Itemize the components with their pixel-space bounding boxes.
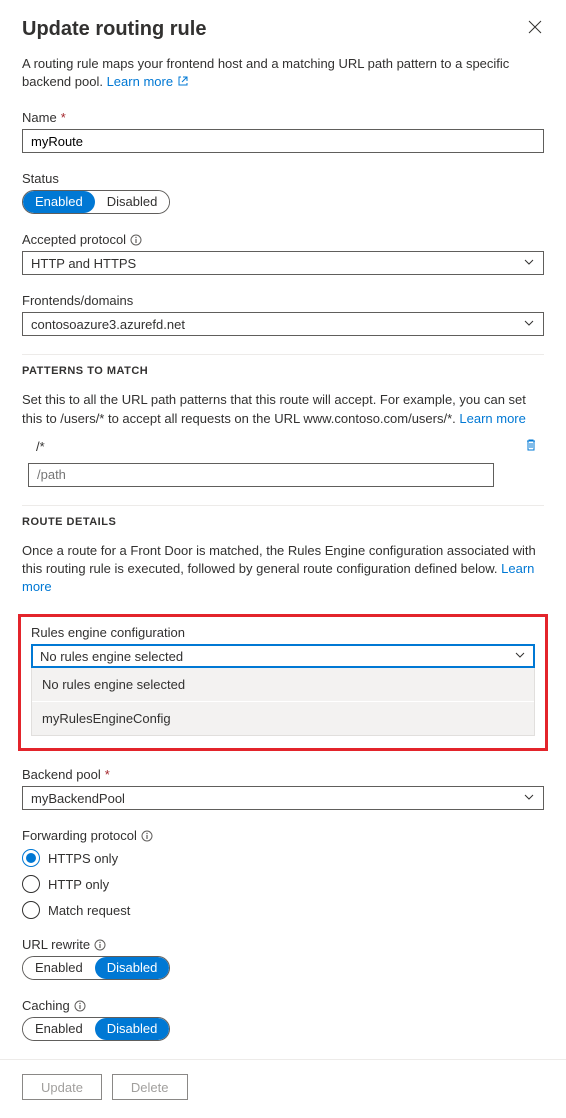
frontends-label: Frontends/domains xyxy=(22,293,544,308)
rules-engine-select[interactable]: No rules engine selected xyxy=(31,644,535,668)
required-indicator: * xyxy=(61,110,66,125)
forwarding-http-only-radio[interactable]: HTTP only xyxy=(22,875,544,893)
radio-icon xyxy=(22,901,40,919)
forwarding-https-only-radio[interactable]: HTTPS only xyxy=(22,849,544,867)
update-button[interactable]: Update xyxy=(22,1074,102,1100)
accepted-protocol-select[interactable]: HTTP and HTTPS xyxy=(22,251,544,275)
rules-engine-label: Rules engine configuration xyxy=(31,625,535,640)
intro-text: A routing rule maps your frontend host a… xyxy=(22,55,544,92)
url-rewrite-toggle[interactable]: Enabled Disabled xyxy=(22,956,170,980)
info-icon[interactable] xyxy=(74,1000,86,1012)
info-icon[interactable] xyxy=(141,830,153,842)
patterns-desc: Set this to all the URL path patterns th… xyxy=(22,391,544,427)
required-indicator: * xyxy=(105,767,110,782)
external-link-icon xyxy=(177,74,189,92)
chevron-down-icon xyxy=(523,317,535,332)
status-enabled-option[interactable]: Enabled xyxy=(23,191,95,213)
route-details-section-title: ROUTE DETAILS xyxy=(22,505,544,528)
radio-icon xyxy=(22,875,40,893)
status-disabled-option[interactable]: Disabled xyxy=(95,191,170,213)
url-rewrite-disabled-option[interactable]: Disabled xyxy=(95,957,170,979)
pattern-item-text: /* xyxy=(36,439,45,454)
forwarding-protocol-label: Forwarding protocol xyxy=(22,828,544,843)
chevron-down-icon xyxy=(514,649,526,664)
radio-icon xyxy=(22,849,40,867)
panel-title: Update routing rule xyxy=(22,18,206,41)
rules-engine-highlight: Rules engine configuration No rules engi… xyxy=(18,614,548,751)
trash-icon[interactable] xyxy=(524,438,544,455)
rules-engine-option[interactable]: No rules engine selected xyxy=(32,668,534,701)
frontends-select[interactable]: contosoazure3.azurefd.net xyxy=(22,312,544,336)
pattern-path-input[interactable] xyxy=(28,463,494,487)
url-rewrite-label: URL rewrite xyxy=(22,937,544,952)
info-icon[interactable] xyxy=(130,234,142,246)
route-details-desc: Once a route for a Front Door is matched… xyxy=(22,542,544,597)
status-label: Status xyxy=(22,171,544,186)
backend-pool-select[interactable]: myBackendPool xyxy=(22,786,544,810)
forwarding-match-request-radio[interactable]: Match request xyxy=(22,901,544,919)
accepted-protocol-label: Accepted protocol xyxy=(22,232,544,247)
name-label: Name* xyxy=(22,110,544,125)
chevron-down-icon xyxy=(523,256,535,271)
rules-engine-option[interactable]: myRulesEngineConfig xyxy=(32,701,534,735)
name-input[interactable] xyxy=(22,129,544,153)
patterns-learn-more-link[interactable]: Learn more xyxy=(459,411,525,426)
caching-enabled-option[interactable]: Enabled xyxy=(23,1018,95,1040)
delete-button[interactable]: Delete xyxy=(112,1074,188,1100)
status-toggle[interactable]: Enabled Disabled xyxy=(22,190,170,214)
chevron-down-icon xyxy=(523,791,535,806)
patterns-section-title: PATTERNS TO MATCH xyxy=(22,354,544,377)
caching-disabled-option[interactable]: Disabled xyxy=(95,1018,170,1040)
close-icon[interactable] xyxy=(526,18,544,39)
info-icon[interactable] xyxy=(94,939,106,951)
pattern-item-row: /* xyxy=(22,434,544,461)
url-rewrite-enabled-option[interactable]: Enabled xyxy=(23,957,95,979)
caching-label: Caching xyxy=(22,998,544,1013)
caching-toggle[interactable]: Enabled Disabled xyxy=(22,1017,170,1041)
learn-more-link[interactable]: Learn more xyxy=(107,74,189,89)
rules-engine-dropdown: No rules engine selected myRulesEngineCo… xyxy=(31,668,535,736)
backend-pool-label: Backend pool* xyxy=(22,767,544,782)
